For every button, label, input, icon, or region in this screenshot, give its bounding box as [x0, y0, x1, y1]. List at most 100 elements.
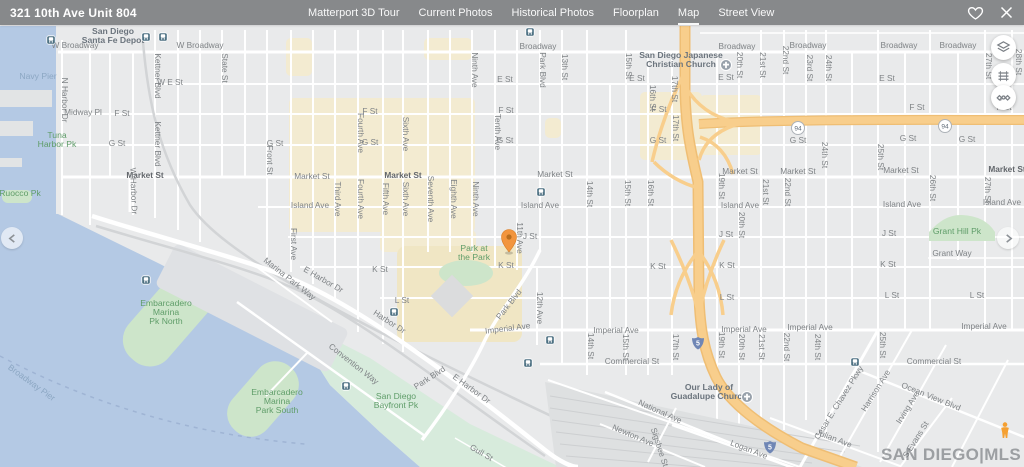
- map-label: K St: [372, 264, 388, 274]
- tab-matterport-3d-tour[interactable]: Matterport 3D Tour: [308, 0, 400, 25]
- map-label: Imperial Ave: [961, 321, 1007, 331]
- map-label: Sixth Ave: [401, 117, 411, 152]
- transit-station-icon: [390, 308, 398, 316]
- map-label: 24th St: [820, 142, 830, 169]
- transit-station-icon: [142, 33, 150, 41]
- tab-historical-photos[interactable]: Historical Photos: [512, 0, 595, 25]
- map-label: Fourth Ave: [356, 113, 366, 153]
- pegman-street-view-icon[interactable]: [999, 422, 1011, 444]
- map-label: Broadway: [940, 40, 978, 50]
- church-icon: [721, 60, 732, 71]
- map-label: Kettner Blvd: [153, 53, 163, 99]
- map-label: 21st St: [758, 52, 768, 79]
- map-label: 19th St: [717, 173, 727, 200]
- map-label: E St: [497, 74, 513, 84]
- svg-text:5: 5: [768, 445, 772, 452]
- previous-media-button[interactable]: [1, 227, 23, 249]
- map-label: First Ave: [289, 228, 299, 261]
- map-label: J St: [882, 228, 897, 238]
- map-label: 22nd St: [782, 333, 792, 362]
- map-label: Navy Pier: [19, 71, 56, 81]
- map-label: Seventh Ave: [426, 176, 436, 223]
- map-label: 16th St: [646, 180, 656, 207]
- map-label: L St: [885, 290, 900, 300]
- map-label: Imperial Ave: [787, 322, 833, 332]
- map-label: F St: [909, 102, 925, 112]
- map-label: Island Ave: [521, 200, 560, 210]
- map-label: 17th St: [671, 334, 681, 361]
- map-label: 14th St: [585, 181, 595, 208]
- transit-station-icon: [342, 382, 350, 390]
- map-label: Fourth Ave: [356, 179, 366, 219]
- map-label: K St: [498, 260, 514, 270]
- map-canvas[interactable]: W BroadwayW BroadwayBroadwayBroadwayBroa…: [0, 0, 1024, 467]
- map-label: Island Ave: [291, 200, 330, 210]
- map-label: Market St: [384, 170, 422, 180]
- svg-text:94: 94: [794, 125, 802, 132]
- map-label: G St: [650, 135, 667, 145]
- map-label: Commercial St: [907, 356, 962, 366]
- tab-current-photos[interactable]: Current Photos: [419, 0, 493, 25]
- map-label: Ruocco Pk: [0, 188, 41, 198]
- map-label: Third Ave: [333, 182, 343, 217]
- map-label: Park Blvd: [538, 52, 548, 88]
- page-title: 321 10th Ave Unit 804: [10, 0, 137, 25]
- map-layers-button[interactable]: [991, 35, 1016, 60]
- map-label: Grant Way: [932, 248, 972, 258]
- map-label: Market St: [780, 166, 816, 176]
- map-label: G St: [900, 133, 917, 143]
- map-label: Commercial St: [605, 356, 660, 366]
- transit-station-icon: [546, 336, 554, 344]
- highway-shield-94: 94: [939, 120, 952, 133]
- tab-map[interactable]: Map: [678, 0, 699, 25]
- map-label: Broadway: [790, 40, 828, 50]
- transit-station-icon: [851, 358, 859, 366]
- map-label: 13th St: [560, 54, 570, 81]
- map-label: 14th St: [586, 333, 596, 360]
- map-label: Tenth Ave: [493, 114, 503, 151]
- map-label: 23rd St: [805, 55, 815, 82]
- close-icon[interactable]: [997, 3, 1016, 22]
- transit-station-icon: [524, 359, 532, 367]
- map-label: G St: [790, 135, 807, 145]
- map-label: J St: [719, 229, 734, 239]
- tab-floorplan[interactable]: Floorplan: [613, 0, 659, 25]
- map-label: 20th St: [737, 212, 747, 239]
- map-label: Island Ave: [883, 199, 922, 209]
- map-label: San Diego JapaneseChristian Church: [639, 50, 723, 69]
- transit-station-icon: [159, 33, 167, 41]
- favorite-heart-icon[interactable]: [966, 3, 985, 22]
- map-label: G St: [109, 138, 126, 148]
- map-label: Market St: [883, 165, 919, 175]
- map-label: Island Ave: [721, 200, 760, 210]
- map-label: 22nd St: [783, 178, 793, 207]
- map-label: 12th Ave: [535, 292, 545, 325]
- map-label: Broadway: [881, 40, 919, 50]
- map-label: Broadway: [719, 41, 757, 51]
- map-label: 20th St: [735, 52, 745, 79]
- map-satellite-button[interactable]: [991, 85, 1016, 110]
- map-label: San DiegoBayfront Pk: [374, 391, 419, 410]
- next-media-button[interactable]: [997, 227, 1019, 249]
- map-label: Grant Hill Pk: [933, 226, 982, 236]
- map-label: Imperial Ave: [721, 324, 767, 334]
- map-label: Front St: [265, 145, 275, 175]
- map-label: N Harbor Dr: [60, 78, 70, 123]
- map-label: 24th St: [813, 334, 823, 361]
- map-label: State St: [220, 53, 230, 83]
- highway-shield-94: 94: [792, 122, 805, 135]
- tab-street-view[interactable]: Street View: [718, 0, 774, 25]
- map-label: 27th St: [983, 177, 993, 204]
- transit-station-icon: [526, 28, 534, 36]
- map-label: 21st St: [757, 334, 767, 361]
- map-label: Market St: [988, 164, 1024, 174]
- map-label: 22nd St: [781, 46, 791, 75]
- map-label: 24th St: [824, 55, 834, 82]
- map-label: 26th St: [928, 175, 938, 202]
- svg-text:94: 94: [941, 123, 949, 130]
- map-label: 19th St: [717, 332, 727, 359]
- map-label: Market St: [294, 171, 330, 181]
- map-label: Broadway: [520, 41, 558, 51]
- map-label: 17th St: [670, 76, 680, 103]
- map-label: 20th St: [737, 334, 747, 361]
